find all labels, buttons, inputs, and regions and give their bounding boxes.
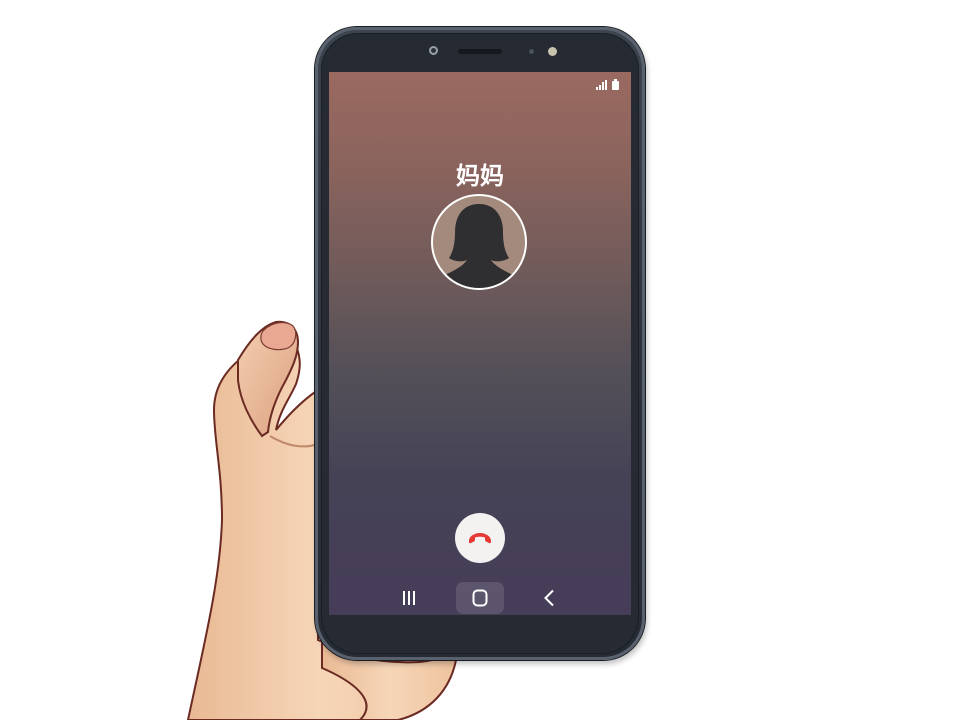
back-chevron-icon: [544, 589, 554, 607]
recent-apps-button[interactable]: [385, 582, 433, 614]
front-camera: [548, 47, 557, 56]
person-silhouette-icon: [441, 204, 517, 288]
navigation-bar: [329, 580, 631, 615]
scene: 妈妈: [0, 0, 960, 720]
home-button[interactable]: [456, 582, 504, 614]
earpiece-speaker: [458, 49, 502, 54]
home-icon: [472, 589, 488, 607]
end-call-icon: [469, 533, 491, 544]
caller-avatar: [431, 194, 527, 290]
status-bar: [596, 78, 619, 90]
end-call-button[interactable]: [455, 513, 505, 563]
proximity-sensor-icon: [429, 46, 438, 55]
light-sensor: [529, 49, 534, 54]
call-screen: 妈妈: [329, 72, 631, 615]
battery-icon: [612, 79, 619, 90]
back-button[interactable]: [525, 582, 573, 614]
caller-name: 妈妈: [456, 162, 504, 190]
recent-apps-icon: [403, 591, 415, 605]
signal-bars-icon: [596, 80, 607, 90]
